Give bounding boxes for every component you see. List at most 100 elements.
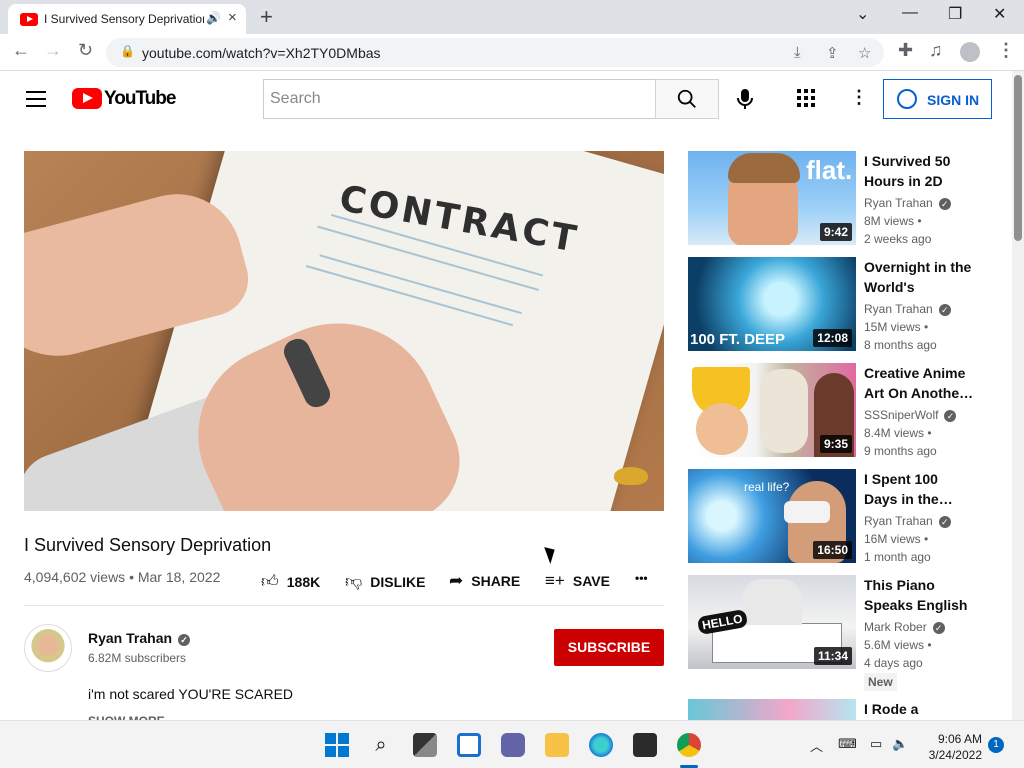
reload-icon[interactable]: ↻ (78, 40, 93, 61)
microphone-icon[interactable] (736, 87, 754, 117)
new-tab-button[interactable]: + (260, 4, 273, 30)
channel-name[interactable]: Ryan Trahan ✓ (88, 630, 191, 646)
tab-search-chevron-icon[interactable]: ⌄ (856, 4, 869, 24)
install-app-icon[interactable]: ⤓ (794, 44, 801, 61)
recommendation-title[interactable]: Creative Anime Art On Anothe… (864, 363, 974, 403)
search-box[interactable] (263, 79, 656, 119)
channel-text[interactable]: Ryan Trahan (864, 514, 933, 528)
mouse-pointer-icon (544, 544, 559, 564)
channel-avatar[interactable] (24, 624, 72, 672)
channel-name-text[interactable]: Ryan Trahan (88, 630, 172, 646)
url-text[interactable]: youtube.com/watch?v=Xh2TY0DMbas (142, 45, 381, 61)
minimize-button[interactable]: — (902, 4, 918, 22)
recommendation-channel[interactable]: Ryan Trahan ✓ (864, 514, 951, 528)
profile-avatar-icon[interactable] (960, 42, 980, 62)
widgets-icon[interactable] (457, 733, 481, 757)
recommendation-title[interactable]: Overnight in the World's Oldest… (864, 257, 974, 297)
browser-menu-icon[interactable]: ⋮ (997, 40, 1015, 61)
save-label: SAVE (572, 573, 610, 589)
recommendation-views: 15M views • (864, 320, 929, 334)
verified-check-icon: ✓ (938, 198, 951, 210)
video-thumbnail[interactable]: HELLO 11:34 (688, 575, 856, 669)
recommendation-item[interactable]: real life? 16:50 I Spent 100 Days in the… (688, 469, 978, 564)
close-window-button[interactable]: ✕ (993, 4, 1006, 24)
youtube-logo-text[interactable]: YouTube (104, 88, 176, 110)
extensions-puzzle-icon[interactable]: ✚ (898, 40, 913, 61)
like-button[interactable]: 👍︎ 188K (261, 571, 320, 592)
edge-browser-icon[interactable] (589, 733, 613, 757)
recommendation-title[interactable]: I Rode a (864, 699, 974, 719)
youtube-logo-icon[interactable] (72, 88, 102, 109)
microsoft-store-icon[interactable] (633, 733, 657, 757)
task-view-icon[interactable] (413, 733, 437, 757)
share-page-icon[interactable]: ⇪ (826, 44, 839, 62)
page-scrollbar[interactable] (1012, 71, 1024, 720)
verified-check-icon: ✓ (932, 622, 945, 634)
forward-arrow-icon[interactable]: → (44, 40, 62, 61)
thumbnail-overlay-text: 100 FT. DEEP (690, 331, 786, 348)
file-explorer-icon[interactable] (545, 733, 569, 757)
recommendation-item[interactable]: I Rode a (688, 699, 978, 720)
recommendation-item[interactable]: 100 FT. DEEP 12:08 Overnight in the Worl… (688, 257, 978, 352)
subscribe-button[interactable]: SUBSCRIBE (554, 629, 664, 666)
channel-text[interactable]: Mark Rober (864, 620, 927, 634)
recommendation-item[interactable]: flat. 9:42 I Survived 50 Hours in 2D Rya… (688, 151, 978, 246)
youtube-header: YouTube ⋮ SIGN IN (0, 71, 1012, 127)
tab-close-icon[interactable]: × (228, 9, 237, 26)
video-thumbnail[interactable]: flat. 9:42 (688, 151, 856, 245)
recommendation-channel[interactable]: Mark Rober ✓ (864, 620, 945, 634)
video-player[interactable]: CONTRACT (24, 151, 664, 511)
media-control-icon[interactable]: ♫ (929, 40, 943, 61)
recommendation-title[interactable]: I Spent 100 Days in the… (864, 469, 974, 509)
playlist-add-icon: ≡+ (545, 571, 565, 590)
volume-icon[interactable]: 🔈 (892, 736, 908, 752)
share-button[interactable]: ➦ SHARE (449, 571, 520, 591)
back-arrow-icon[interactable]: ← (12, 40, 30, 61)
recommendation-item[interactable]: 9:35 Creative Anime Art On Anothe… SSSni… (688, 363, 978, 458)
search-icon[interactable]: ⌕ (369, 733, 393, 757)
network-icon[interactable]: ▭ (870, 736, 882, 752)
lock-icon[interactable]: 🔒 (120, 44, 135, 58)
video-thumbnail[interactable]: 9:35 (688, 363, 856, 457)
bookmark-star-icon[interactable]: ☆ (858, 44, 871, 62)
thumbnail-overlay-text: flat. (806, 155, 853, 185)
recommendation-views: 16M views • (864, 532, 929, 546)
recommendation-item[interactable]: HELLO 11:34 This Piano Speaks English Ma… (688, 575, 978, 691)
settings-more-icon[interactable]: ⋮ (850, 87, 868, 108)
browser-tab[interactable]: I Survived Sensory Deprivation - YouTube… (8, 4, 246, 34)
video-thumbnail[interactable] (688, 699, 856, 720)
recommendation-title[interactable]: I Survived 50 Hours in 2D (864, 151, 974, 191)
audio-playing-icon[interactable]: 🔊 (206, 11, 221, 25)
address-bar[interactable]: 🔒 youtube.com/watch?v=Xh2TY0DMbas ⤓ ⇪ ☆ (106, 38, 884, 67)
chrome-browser-icon[interactable] (677, 733, 701, 757)
channel-text[interactable]: Ryan Trahan (864, 196, 933, 210)
sign-in-label: SIGN IN (927, 92, 980, 108)
tray-chevron-icon[interactable]: ︿ (810, 736, 823, 755)
more-actions-button[interactable]: ••• (635, 571, 648, 585)
search-button[interactable] (655, 79, 719, 119)
channel-text[interactable]: SSSniperWolf (864, 408, 938, 422)
video-thumbnail[interactable]: 100 FT. DEEP 12:08 (688, 257, 856, 351)
windows-start-icon[interactable] (325, 733, 349, 757)
video-thumbnail[interactable]: real life? 16:50 (688, 469, 856, 563)
search-input[interactable] (264, 80, 656, 118)
scrollbar-thumb[interactable] (1014, 75, 1022, 241)
system-clock[interactable]: 9:06 AM 3/24/2022 (920, 731, 982, 763)
recommendation-channel[interactable]: Ryan Trahan ✓ (864, 196, 951, 210)
channel-text[interactable]: Ryan Trahan (864, 302, 933, 316)
verified-check-icon: ✓ (178, 634, 191, 646)
recommendation-views: 5.6M views • (864, 638, 932, 652)
notification-badge[interactable]: 1 (988, 737, 1004, 753)
recommendation-title[interactable]: This Piano Speaks English (864, 575, 974, 615)
restore-button[interactable]: ❐ (948, 4, 962, 24)
sign-in-button[interactable]: SIGN IN (883, 79, 992, 119)
teams-chat-icon[interactable] (501, 733, 525, 757)
dislike-button[interactable]: 👎︎ DISLIKE (345, 571, 426, 592)
recommendation-date: 4 days ago (864, 656, 923, 670)
keyboard-icon[interactable]: ⌨ (838, 736, 857, 752)
recommendation-channel[interactable]: Ryan Trahan ✓ (864, 302, 951, 316)
apps-grid-icon[interactable] (797, 89, 815, 107)
save-button[interactable]: ≡+ SAVE (545, 571, 610, 591)
recommendation-channel[interactable]: SSSniperWolf ✓ (864, 408, 957, 422)
hamburger-menu-icon[interactable] (26, 91, 46, 107)
